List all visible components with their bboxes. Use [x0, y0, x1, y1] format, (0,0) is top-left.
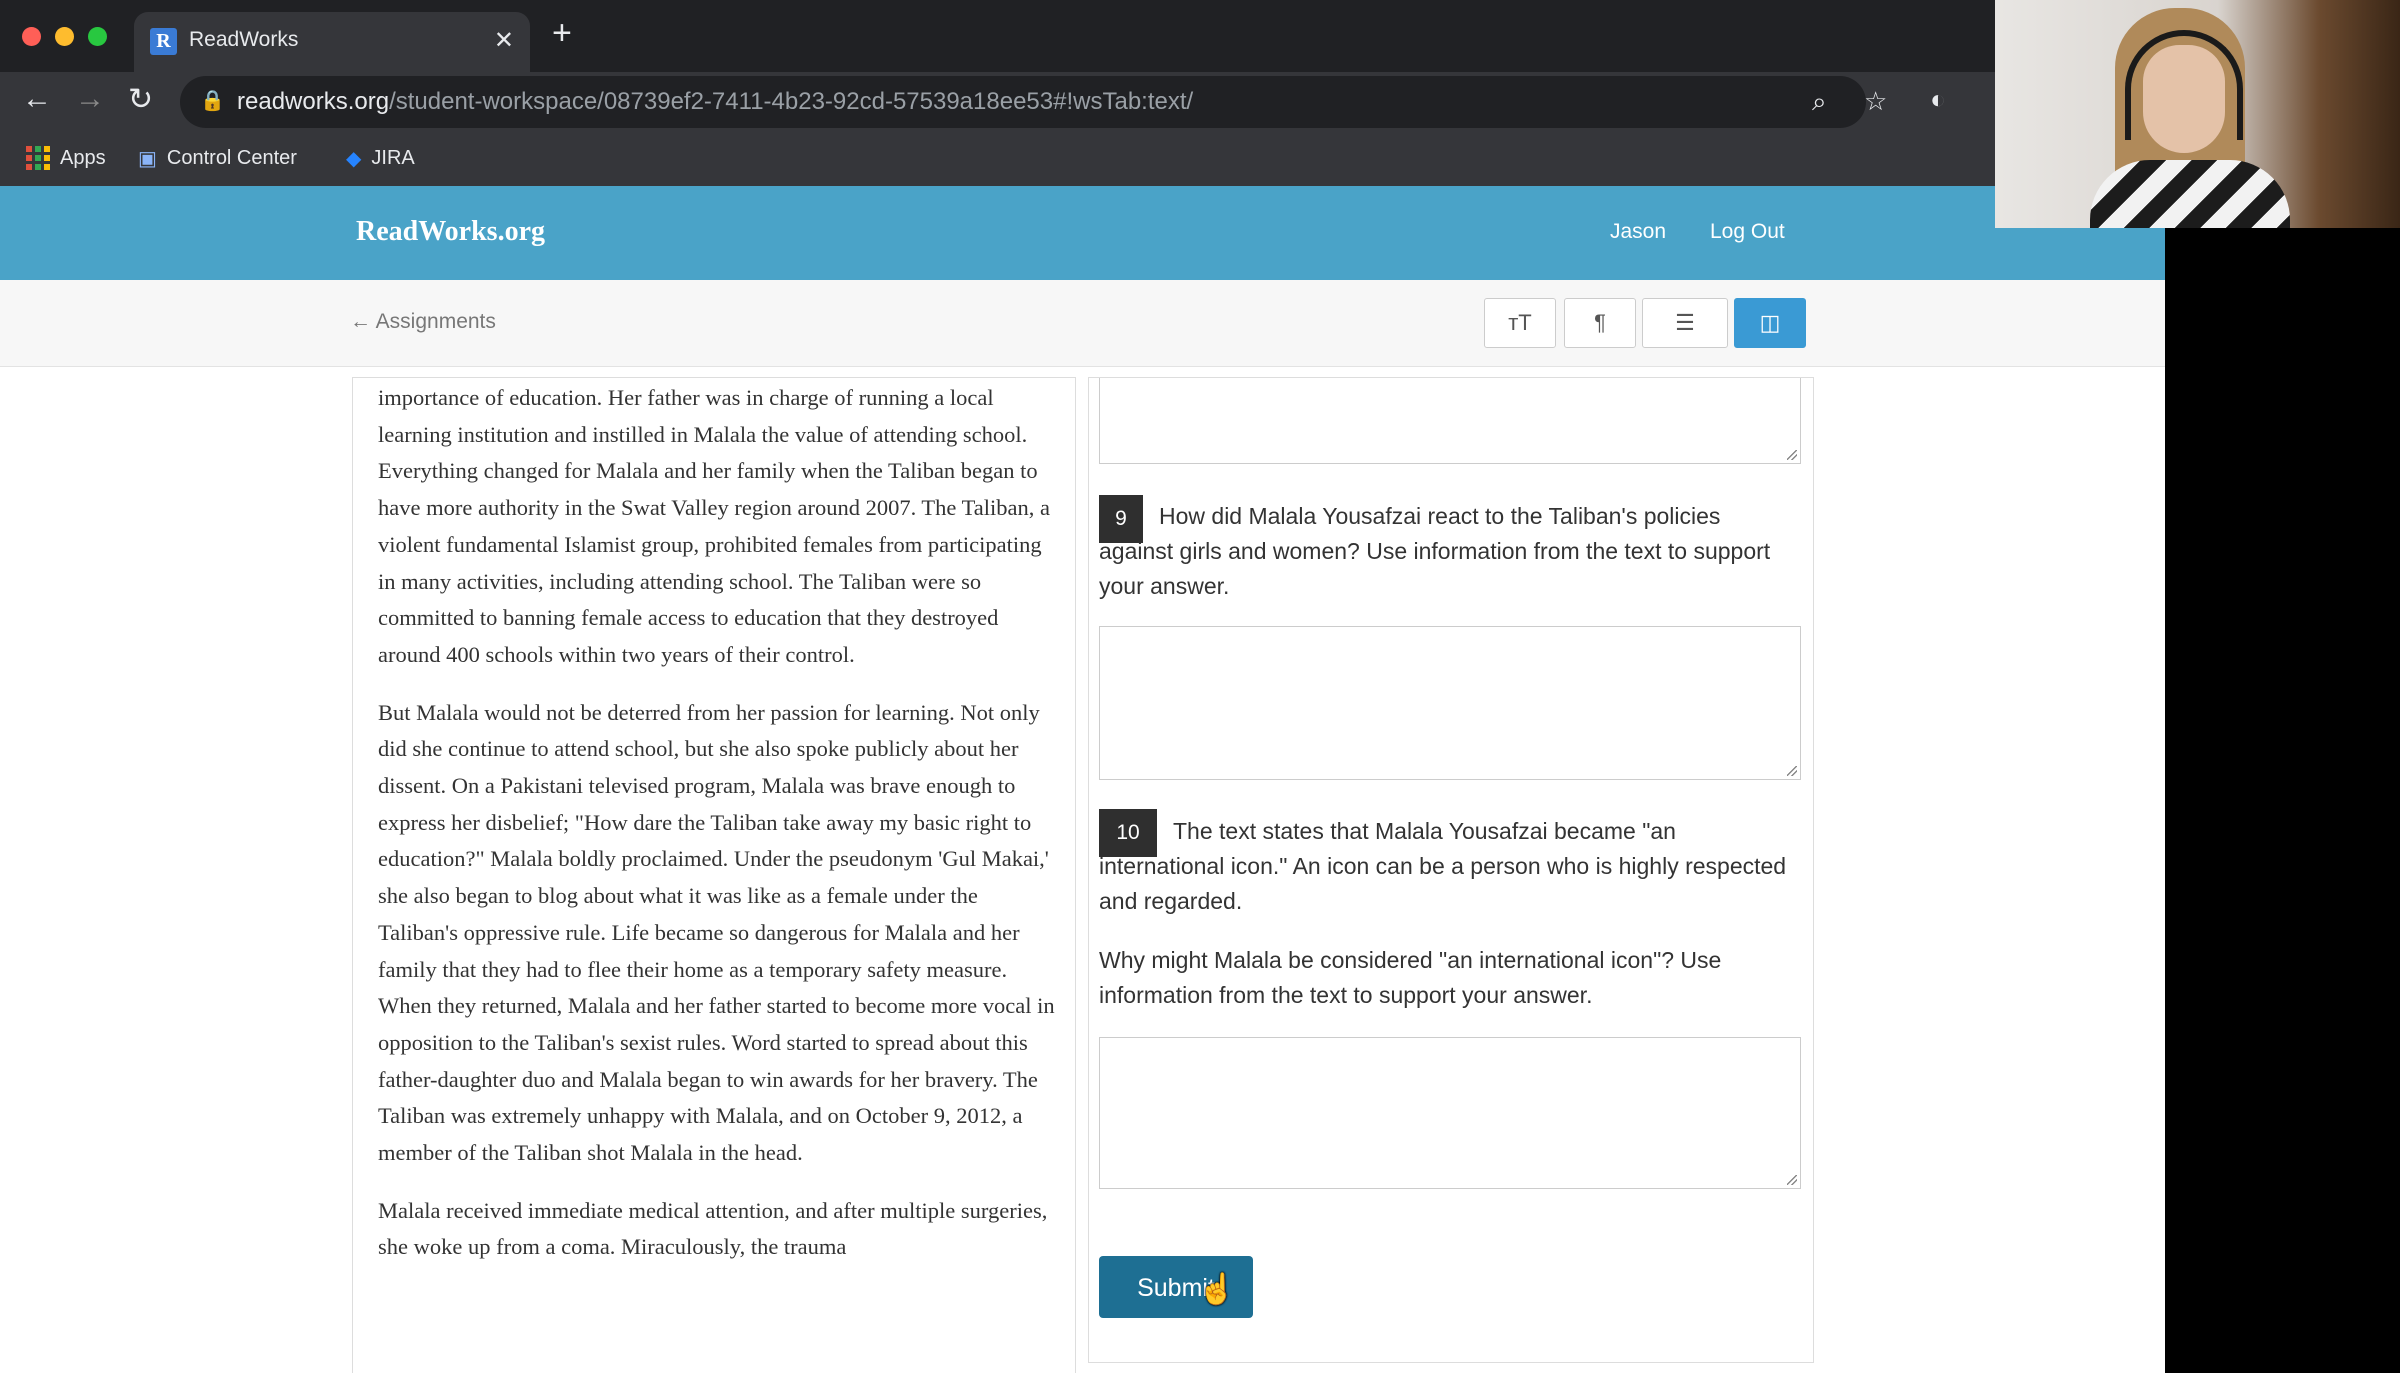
answer-textarea-8[interactable]: [1099, 378, 1801, 464]
line-focus-icon: ☰: [1675, 310, 1695, 335]
reload-icon[interactable]: ↻: [128, 82, 153, 117]
zoom-window-button[interactable]: [88, 27, 107, 46]
answer-textarea-9[interactable]: [1099, 626, 1801, 780]
browser-tab-bar: R ReadWorks ✕ +: [0, 0, 2165, 72]
extension-icon[interactable]: ◐: [1930, 84, 1946, 115]
user-name-link[interactable]: Jason: [1610, 220, 1666, 244]
url-text[interactable]: readworks.org/student-workspace/08739ef2…: [237, 88, 1193, 116]
readworks-favicon-icon: R: [150, 28, 177, 55]
presenter-sweater: [2090, 160, 2290, 228]
jira-diamond-icon: ◆: [346, 148, 362, 170]
passage-panel[interactable]: importance of education. Her father was …: [352, 377, 1076, 1373]
back-arrow-icon[interactable]: ←: [22, 82, 52, 116]
text-size-icon: ᴛT: [1508, 310, 1532, 335]
line-focus-button[interactable]: ☰: [1642, 298, 1728, 348]
bookmarks-bar: Apps ▣ Control Center ◆ JIRA: [0, 138, 2165, 187]
close-window-button[interactable]: [22, 27, 41, 46]
back-to-assignments-link[interactable]: ← Assignments: [350, 310, 496, 334]
questions-panel: 9 How did Malala Yousafzai react to the …: [1088, 377, 1814, 1363]
question-9-text: How did Malala Yousafzai react to the Ta…: [1099, 503, 1771, 599]
bookmark-jira[interactable]: ◆ JIRA: [346, 146, 415, 171]
browser-tab[interactable]: R ReadWorks ✕: [134, 12, 530, 72]
tab-title: ReadWorks: [189, 28, 299, 51]
address-bar[interactable]: 🔒 readworks.org/student-workspace/08739e…: [180, 76, 1887, 128]
control-center-icon: ▣: [138, 148, 157, 170]
workspace-toolbar: ← Assignments ᴛT ¶ ☰ ◫: [0, 280, 2165, 367]
question-10-text: The text states that Malala Yousafzai be…: [1099, 818, 1787, 914]
bookmark-control-center[interactable]: ▣ Control Center: [138, 146, 297, 171]
new-tab-icon[interactable]: +: [552, 16, 572, 50]
site-header: ReadWorks.org Jason Log Out: [0, 186, 2165, 280]
paragraph-icon: ¶: [1594, 310, 1606, 335]
split-view-icon: ◫: [1759, 310, 1781, 335]
close-tab-icon[interactable]: ✕: [494, 26, 514, 55]
passage-paragraph: importance of education. Her father was …: [378, 385, 1051, 667]
question-10-followup: Why might Malala be considered "an inter…: [1099, 947, 1722, 1008]
webcam-video-overlay: [1995, 0, 2400, 228]
text-size-button[interactable]: ᴛT: [1484, 298, 1556, 348]
headset-icon: [2125, 30, 2243, 140]
split-view-button[interactable]: ◫: [1734, 298, 1806, 348]
readworks-logo[interactable]: ReadWorks.org: [356, 216, 545, 248]
paragraph-button[interactable]: ¶: [1564, 298, 1636, 348]
apps-grid-icon: [26, 146, 50, 170]
browser-toolbar: ← → ↻ 🔒 readworks.org/student-workspace/…: [0, 72, 2165, 138]
hand-cursor-icon: ☝: [1198, 1273, 1236, 1306]
passage-paragraph: Malala received immediate medical attent…: [378, 1197, 1048, 1260]
forward-arrow-icon[interactable]: →: [75, 82, 105, 116]
bookmark-apps[interactable]: Apps: [26, 146, 106, 170]
lock-icon: 🔒: [200, 90, 225, 112]
answer-textarea-10[interactable]: [1099, 1037, 1801, 1189]
zoom-magnifier-icon[interactable]: ⌕: [1812, 86, 1827, 118]
bookmark-star-icon[interactable]: ☆: [1864, 86, 1887, 117]
passage-paragraph: But Malala would not be deterred from he…: [378, 699, 1055, 1166]
screen: R ReadWorks ✕ + ← → ↻ 🔒 readworks.org/st…: [0, 0, 2165, 1373]
minimize-window-button[interactable]: [55, 27, 74, 46]
logout-link[interactable]: Log Out: [1710, 220, 1785, 244]
